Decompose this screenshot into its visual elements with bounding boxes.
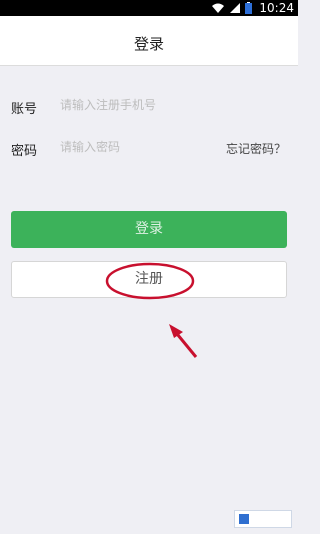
status-icons bbox=[211, 2, 252, 14]
site-logo-icon bbox=[239, 514, 249, 524]
nav-bar: 登录 bbox=[0, 16, 298, 66]
password-input[interactable] bbox=[60, 136, 210, 158]
account-label: 账号 bbox=[11, 102, 38, 117]
register-button[interactable]: 注册 bbox=[11, 261, 287, 298]
password-label: 密码 bbox=[11, 144, 38, 159]
password-row: 密码 忘记密码？ bbox=[0, 126, 298, 168]
account-row: 账号 bbox=[0, 84, 298, 126]
status-bar: 10:24 bbox=[0, 0, 298, 16]
login-form: 账号 密码 忘记密码？ bbox=[0, 84, 298, 174]
page-title: 登录 bbox=[133, 35, 164, 53]
signal-icon bbox=[230, 3, 240, 13]
forgot-password-link[interactable]: 忘记密码？ bbox=[226, 140, 286, 157]
wifi-icon bbox=[212, 3, 224, 13]
watermark-logo bbox=[234, 510, 292, 528]
account-input[interactable] bbox=[60, 94, 210, 116]
login-button[interactable]: 登录 bbox=[11, 211, 287, 248]
red-arrow-icon bbox=[169, 324, 198, 358]
status-time: 10:24 bbox=[259, 1, 294, 15]
battery-icon bbox=[245, 2, 252, 14]
